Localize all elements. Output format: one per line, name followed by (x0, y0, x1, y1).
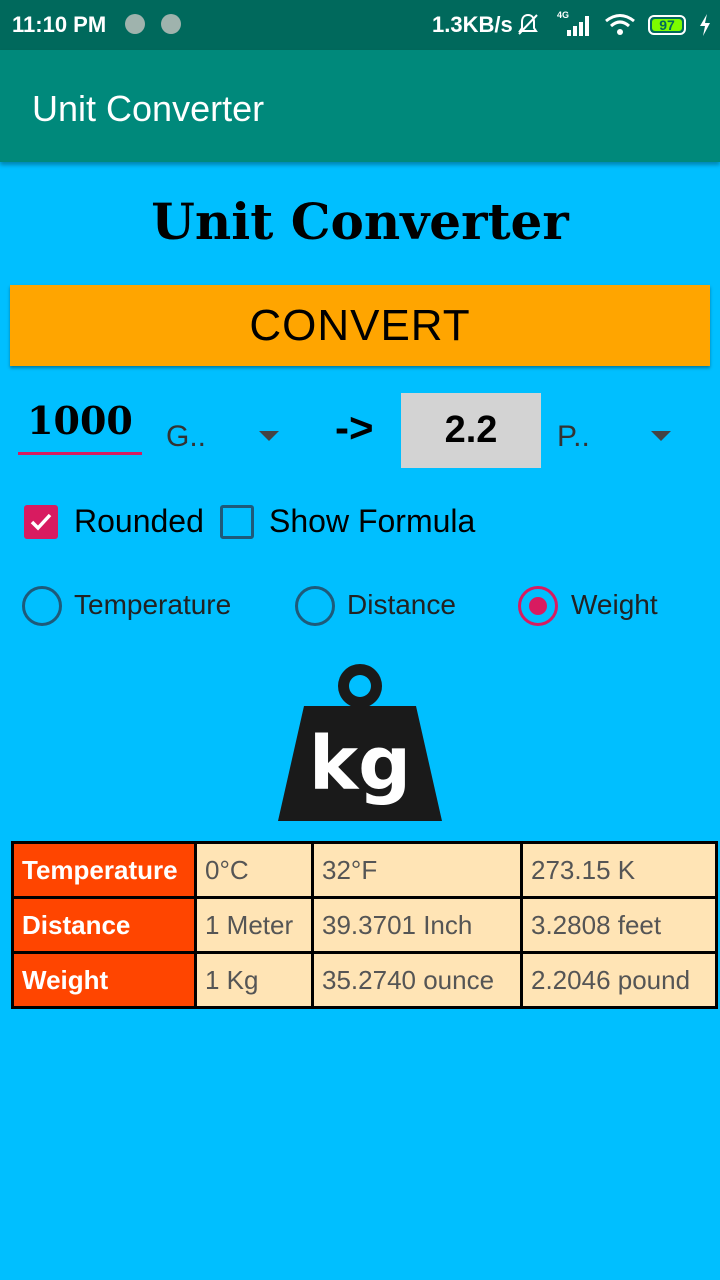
app-bar-title: Unit Converter (32, 88, 265, 129)
notification-icon (161, 14, 181, 34)
row-label: Distance (11, 896, 197, 954)
to-unit-label: P.. (557, 420, 590, 453)
convert-button[interactable]: CONVERT (10, 285, 710, 366)
table-row: Temperature 0°C 32°F 273.15 K (11, 841, 718, 899)
table-cell: 3.2808 feet (520, 896, 718, 954)
network-speed: 1.3KB/s (432, 12, 513, 37)
table-cell: 2.2046 pound (520, 951, 718, 1009)
table-cell: 1 Meter (194, 896, 314, 954)
table-row: Distance 1 Meter 39.3701 Inch 3.2808 fee… (11, 896, 718, 954)
reference-table: Temperature 0°C 32°F 273.15 K Distance 1… (11, 841, 718, 1009)
chevron-down-icon (259, 431, 279, 441)
input-value-field[interactable]: 1000 (18, 398, 142, 443)
notification-icon (125, 14, 145, 34)
table-row: Weight 1 Kg 35.2740 ounce 2.2046 pound (11, 951, 718, 1009)
battery-icon: 97 (648, 15, 686, 35)
table-cell: 39.3701 Inch (311, 896, 523, 954)
signal-icon (567, 16, 589, 36)
radio-distance-label[interactable]: Distance (347, 589, 456, 621)
radio-temperature-label[interactable]: Temperature (74, 589, 231, 621)
radio-temperature[interactable] (22, 586, 62, 626)
status-bar: 11:10 PM 1.3KB/s 4G 97 (0, 0, 720, 50)
input-underline (18, 452, 142, 455)
table-cell: 32°F (311, 841, 523, 899)
row-label: Weight (11, 951, 197, 1009)
chevron-down-icon (651, 431, 671, 441)
battery-level: 97 (652, 18, 682, 32)
wifi-icon (605, 14, 635, 35)
result-value: 2.2 (401, 393, 541, 468)
charging-icon (700, 14, 710, 36)
show-formula-label[interactable]: Show Formula (269, 503, 475, 540)
kg-weight-icon: kg (278, 664, 442, 821)
arrow-label: -> (335, 404, 374, 451)
app-bar: Unit Converter (0, 50, 720, 162)
radio-weight[interactable] (518, 586, 558, 626)
table-cell: 0°C (194, 841, 314, 899)
row-label: Temperature (11, 841, 197, 899)
page-title: Unit Converter (151, 192, 569, 251)
from-unit-label: G.. (166, 420, 207, 453)
table-cell: 35.2740 ounce (311, 951, 523, 1009)
rounded-checkbox[interactable] (24, 505, 58, 539)
status-time: 11:10 PM (12, 12, 107, 37)
show-formula-checkbox[interactable] (220, 505, 254, 539)
checkmark-icon (30, 513, 52, 531)
table-cell: 1 Kg (194, 951, 314, 1009)
silent-bell-icon (518, 13, 538, 35)
radio-distance[interactable] (295, 586, 335, 626)
table-cell: 273.15 K (520, 841, 718, 899)
kg-label: kg (309, 721, 411, 807)
rounded-label[interactable]: Rounded (74, 503, 204, 540)
radio-weight-label[interactable]: Weight (571, 589, 658, 621)
